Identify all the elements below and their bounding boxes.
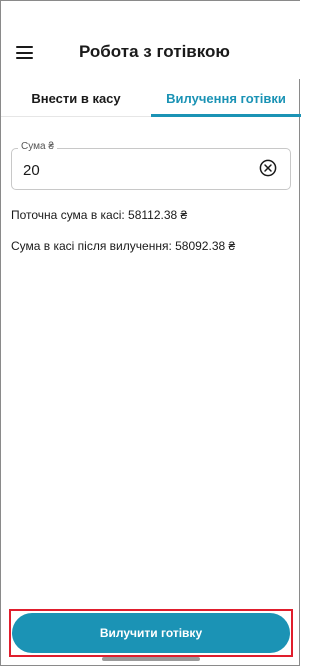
withdraw-cash-button[interactable]: Вилучити готівку bbox=[12, 613, 290, 653]
clear-circle-icon[interactable] bbox=[259, 159, 277, 177]
tab-withdrawal[interactable]: Вилучення готівки bbox=[151, 79, 301, 117]
home-indicator bbox=[102, 657, 200, 661]
tab-deposit[interactable]: Внести в касу bbox=[1, 79, 151, 117]
app-frame: Робота з готівкою Внести в касу Вилученн… bbox=[0, 0, 301, 666]
tab-bar: Внести в касу Вилучення готівки bbox=[1, 79, 301, 117]
active-tab-indicator bbox=[151, 114, 301, 117]
after-withdrawal-sum-text: Сума в касі після вилучення: 58092.38 ₴ bbox=[11, 239, 236, 253]
page-title: Робота з готівкою bbox=[79, 42, 230, 61]
amount-input[interactable] bbox=[23, 161, 223, 179]
current-sum-text: Поточна сума в касі: 58112.38 ₴ bbox=[11, 208, 188, 222]
app-bar: Робота з готівкою bbox=[1, 1, 301, 79]
amount-field-label: Сума ₴ bbox=[18, 141, 57, 152]
hamburger-menu-icon[interactable] bbox=[16, 46, 33, 59]
